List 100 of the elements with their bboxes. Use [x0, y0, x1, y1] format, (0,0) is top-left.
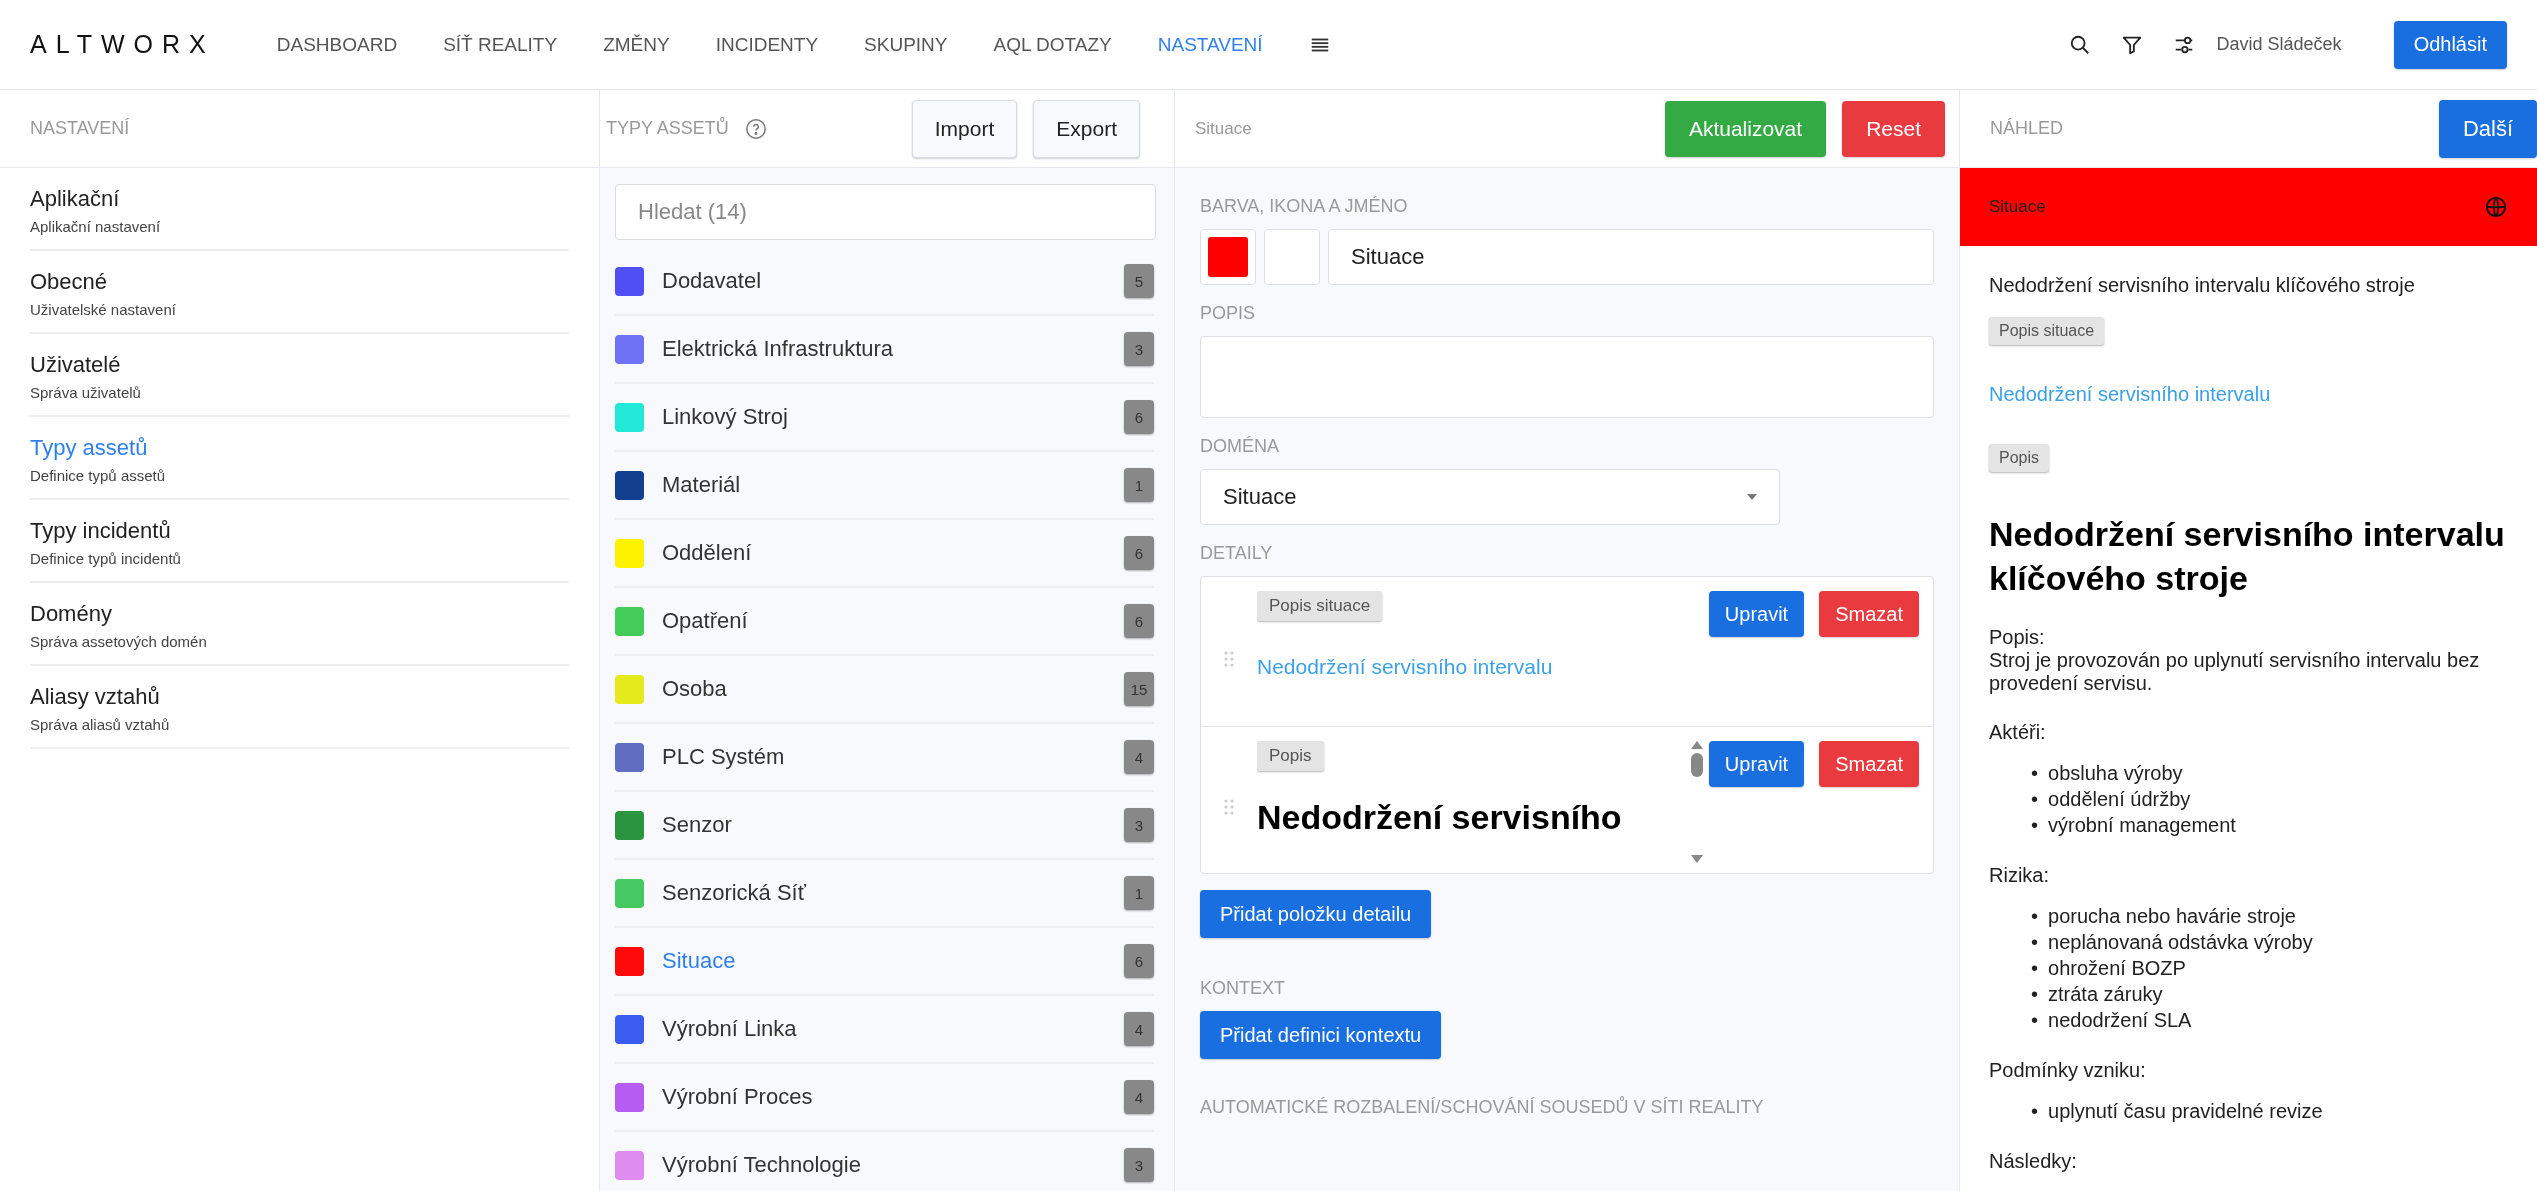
asset-type-item[interactable]: Senzorická Síť	[662, 880, 1106, 906]
asset-type-item[interactable]: Opatření	[662, 608, 1106, 634]
logout-button[interactable]: Odhlásit	[2393, 20, 2507, 69]
nav-link[interactable]: SÍŤ REALITY	[443, 33, 558, 56]
count-badge: 15	[1124, 672, 1154, 706]
asset-type-item[interactable]: Senzor	[662, 812, 1106, 838]
panel-title: TYPY ASSETŮ	[606, 118, 729, 139]
globe-icon	[2485, 196, 2507, 218]
description-field[interactable]	[1200, 336, 1934, 418]
delete-button[interactable]: Smazat	[1819, 741, 1919, 787]
asset-type-item[interactable]: PLC Systém	[662, 744, 1106, 770]
preview-summary: Nedodržení servisního intervalu klíčového stroje	[1989, 274, 2416, 297]
settings-item[interactable]: Typy incidentů Definice typů incidentů	[30, 500, 569, 583]
bullet: •	[2031, 930, 2038, 956]
asset-type-item[interactable]: Materiál	[662, 472, 1106, 498]
count-badge: 4	[1124, 1012, 1154, 1046]
asset-type-item[interactable]: Oddělení	[662, 540, 1106, 566]
list-item: ohrožení BOZP	[2048, 956, 2186, 982]
detail-tag: Popis situace	[1989, 317, 2105, 345]
section-title: Podmínky vzniku:	[1989, 1059, 2147, 1083]
asset-type-item[interactable]: Výrobní Linka	[662, 1016, 1106, 1042]
field-label: KONTEXT	[1200, 978, 1286, 999]
toolbar-button[interactable]: Export	[1033, 99, 1140, 158]
panel-title: NÁHLED	[1990, 118, 2064, 139]
scroll-up-icon[interactable]	[1690, 741, 1703, 749]
asset-type-item[interactable]: Linkový Stroj	[662, 404, 1106, 430]
asset-type-item[interactable]: Osoba	[662, 676, 1106, 702]
asset-type-item[interactable]: Situace	[662, 948, 1106, 974]
count-badge: 1	[1124, 876, 1154, 910]
settings-item[interactable]: Obecné Uživatelské nastavení	[30, 251, 569, 334]
action-button[interactable]: Reset	[1842, 100, 1945, 157]
settings-item[interactable]: Aliasy vztahů Správa aliasů vztahů	[30, 666, 569, 749]
bullet: •	[2031, 761, 2038, 787]
field-label: DOMÉNA	[1200, 436, 1280, 457]
edit-button[interactable]: Upravit	[1708, 741, 1805, 787]
section-text: Stroj je provozován po uplynutí servisního intervalu bez provedení servisu.	[1989, 649, 2481, 696]
add-context-button[interactable]: Přidat definici kontextu	[1200, 1011, 1442, 1059]
edit-button[interactable]: Upravit	[1708, 591, 1805, 637]
search-icon[interactable]	[2068, 33, 2091, 56]
scroll-down-icon[interactable]	[1690, 855, 1703, 863]
bullet: •	[2031, 904, 2038, 930]
count-badge: 3	[1124, 332, 1154, 366]
preview-title: Situace	[1989, 197, 2046, 217]
nav-link[interactable]: NASTAVENÍ	[1157, 33, 1263, 56]
count-badge: 1	[1124, 468, 1154, 502]
list-item: nedodržení SLA	[2048, 1008, 2192, 1034]
drag-handle-icon[interactable]	[1224, 650, 1234, 667]
domain-select[interactable]: Situace	[1200, 469, 1780, 525]
drag-handle-icon[interactable]	[1224, 799, 1234, 815]
next-button[interactable]: Další	[2438, 99, 2537, 158]
preview-heading: Nedodržení servisního intervalu klíčového stroje	[1989, 514, 2506, 600]
asset-type-item[interactable]: Dodavatel	[662, 268, 1106, 294]
count-badge: 6	[1124, 604, 1154, 638]
bullet: •	[2031, 1099, 2038, 1125]
toolbar-button[interactable]: Import	[911, 99, 1018, 158]
color-picker[interactable]	[1200, 229, 1256, 285]
nav-link[interactable]: SKUPINY	[864, 33, 948, 56]
nav-link[interactable]: ZMĚNY	[603, 33, 670, 56]
list-item: obsluha výroby	[2048, 761, 2183, 787]
user-name[interactable]: David Sládeček	[2216, 34, 2342, 55]
settings-item[interactable]: Typy assetů Definice typů assetů	[30, 417, 569, 500]
section-title: Rizika:	[1989, 864, 2050, 888]
list-item: porucha nebo havárie stroje	[2048, 904, 2296, 930]
list-item: ztráta záruky	[2048, 982, 2163, 1008]
detail-tag: Popis	[1989, 444, 2050, 472]
list-item: neplánovaná odstávka výroby	[2048, 930, 2313, 956]
bullet: •	[2031, 956, 2038, 982]
list-item: uplynutí času pravidelné revize	[2048, 1099, 2323, 1125]
asset-type-item[interactable]: Elektrická Infrastruktura	[662, 336, 1106, 362]
scroll-thumb[interactable]	[1690, 753, 1703, 777]
delete-button[interactable]: Smazat	[1819, 591, 1919, 637]
count-badge: 6	[1124, 944, 1154, 978]
count-badge: 4	[1124, 740, 1154, 774]
bullet: •	[2031, 787, 2038, 813]
count-badge: 3	[1124, 808, 1154, 842]
settings-item[interactable]: Uživatelé Správa uživatelů	[30, 334, 569, 417]
bullet: •	[2031, 1008, 2038, 1034]
nav-link[interactable]: AQL DOTAZY	[993, 33, 1112, 56]
asset-type-item[interactable]: Výrobní Technologie	[662, 1152, 1106, 1178]
list-item: výrobní management	[2048, 813, 2236, 839]
count-badge: 6	[1124, 400, 1154, 434]
detail-tag: Popis situace	[1257, 591, 1383, 621]
asset-type-item[interactable]: Výrobní Proces	[662, 1084, 1106, 1110]
field-label: POPIS	[1200, 303, 1257, 324]
app-logo[interactable]: ALTWORX	[30, 30, 215, 59]
add-detail-button[interactable]: Přidat položku detailu	[1200, 890, 1432, 938]
nav-link[interactable]: INCIDENTY	[715, 33, 819, 56]
help-icon[interactable]	[744, 117, 767, 140]
bullet: •	[2031, 982, 2038, 1008]
count-badge: 6	[1124, 536, 1154, 570]
panel-title: Situace	[1195, 118, 1252, 139]
search-field[interactable]: Hledat (14)	[615, 184, 1156, 240]
field-label: DETAILY	[1200, 543, 1274, 564]
nav-link[interactable]: DASHBOARD	[276, 33, 398, 56]
count-badge: 3	[1124, 1148, 1154, 1182]
settings-item[interactable]: Aplikační Aplikační nastavení	[30, 168, 569, 251]
field-label: AUTOMATICKÉ ROZBALENÍ/SCHOVÁNÍ SOUSEDŮ V SÍTI REALITY	[1200, 1097, 1765, 1118]
bullet: •	[2031, 813, 2038, 839]
name-field[interactable]: Situace	[1328, 229, 1934, 285]
settings-item[interactable]: Domény Správa assetových domén	[30, 583, 569, 666]
